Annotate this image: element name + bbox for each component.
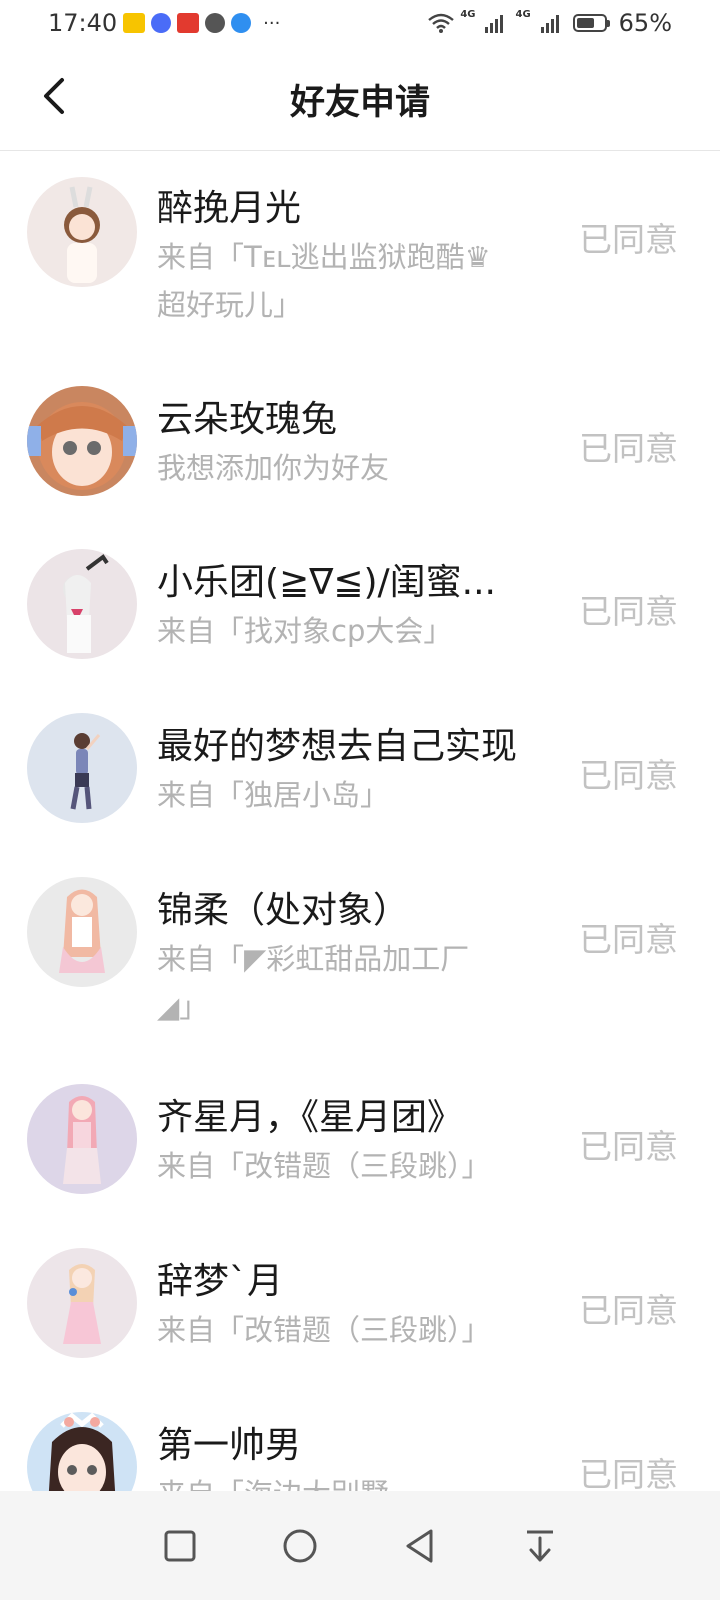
battery-icon — [572, 14, 610, 32]
app-notification-icon — [123, 13, 146, 33]
music-app-icon — [151, 13, 172, 33]
chat-app-icon — [205, 13, 226, 33]
request-status: 已同意 — [579, 1291, 678, 1330]
request-status: 已同意 — [579, 920, 678, 959]
friend-request-item[interactable]: 辞梦`月 来自「改错题（三段跳）」 已同意 — [0, 1248, 720, 1412]
notification-pull-icon — [527, 1530, 553, 1561]
friend-name: 醉挽月光 — [157, 188, 302, 229]
network-type-2: 4G — [515, 9, 531, 20]
request-source: 我想添加你为好友 — [157, 451, 390, 485]
friend-request-item[interactable]: 第一帅男 来自「海边大别墅 已同意 — [0, 1412, 720, 1491]
avatar[interactable] — [27, 1084, 137, 1194]
avatar[interactable] — [27, 1412, 137, 1491]
avatar[interactable] — [27, 386, 137, 496]
request-source-line2: 超好玩儿」 — [157, 288, 303, 322]
request-status: 已同意 — [579, 756, 678, 795]
recent-apps-button[interactable] — [150, 1516, 210, 1576]
friend-request-item[interactable]: 云朵玫瑰兔 我想添加你为好友 已同意 — [0, 350, 720, 549]
signal-icon-1 — [485, 13, 504, 33]
friend-name: 最好的梦想去自己实现 — [157, 726, 518, 767]
request-source: 来自「改错题（三段跳）」 — [157, 1149, 491, 1183]
request-status: 已同意 — [579, 1127, 678, 1166]
avatar[interactable] — [27, 713, 137, 823]
friend-request-item[interactable]: 锦柔（处对象） 来自「◤彩虹甜品加工厂 ◢」 已同意 — [0, 877, 720, 1084]
request-source-line2: ◢」 — [157, 990, 209, 1024]
request-source: 来自「Tᴇʟ逃出监狱跑酷♛ — [157, 240, 491, 274]
request-status: 已同意 — [579, 429, 678, 468]
status-bar-right: 4G 4G 65% — [428, 9, 672, 37]
wifi-icon — [428, 13, 455, 33]
friend-request-item[interactable]: 齐星月，《星月团》 来自「改错题（三段跳）」 已同意 — [0, 1084, 720, 1248]
page-title: 好友申请 — [289, 83, 430, 123]
friend-name: 辞梦`月 — [157, 1261, 284, 1302]
request-status: 已同意 — [579, 220, 678, 259]
friend-request-list[interactable]: 醉挽月光 来自「Tᴇʟ逃出监狱跑酷♛ 超好玩儿」 已同意 云朵玫瑰兔 我想添加你… — [0, 151, 720, 1491]
status-bar: 17:40 ··· 4G 4G 65% — [0, 0, 720, 46]
request-source: 来自「独居小岛」 — [157, 778, 390, 812]
status-bar-left: 17:40 ··· — [48, 9, 280, 37]
system-nav-bar — [0, 1491, 720, 1600]
home-icon — [283, 1529, 317, 1562]
network-type-1: 4G — [460, 9, 476, 20]
header: 好友申请 — [0, 46, 720, 151]
friend-request-item[interactable]: 醉挽月光 来自「Tᴇʟ逃出监狱跑酷♛ 超好玩儿」 已同意 — [0, 151, 720, 350]
signal-icon-2 — [540, 13, 559, 33]
back-icon — [406, 1529, 433, 1562]
request-status: 已同意 — [579, 1455, 678, 1491]
friend-name: 小乐团(≧∇≦)/闺蜜... — [157, 562, 496, 603]
friend-request-item[interactable]: 最好的梦想去自己实现 来自「独居小岛」 已同意 — [0, 713, 720, 877]
avatar[interactable] — [27, 177, 137, 287]
friend-name: 云朵玫瑰兔 — [157, 399, 338, 440]
browser-app-icon — [231, 13, 252, 33]
request-status: 已同意 — [579, 592, 678, 631]
more-notifications-icon: ··· — [263, 12, 281, 34]
system-back-button[interactable] — [390, 1516, 450, 1576]
clock: 17:40 — [48, 9, 118, 37]
home-button[interactable] — [270, 1516, 330, 1576]
request-source: 来自「找对象cp大会」 — [157, 614, 453, 648]
recent-apps-icon — [164, 1530, 196, 1561]
battery-percent: 65% — [618, 9, 672, 37]
request-source: 来自「改错题（三段跳）」 — [157, 1313, 491, 1347]
avatar[interactable] — [27, 877, 137, 987]
request-source: 来自「海边大别墅 — [157, 1470, 542, 1491]
friend-name: 齐星月，《星月团》 — [157, 1097, 464, 1138]
notification-pull-button[interactable] — [510, 1516, 570, 1576]
friend-name: 第一帅男 — [157, 1425, 302, 1466]
news-app-icon — [177, 13, 200, 33]
friend-name: 锦柔（处对象） — [157, 890, 410, 931]
avatar[interactable] — [27, 1248, 137, 1358]
friend-request-item[interactable]: 小乐团(≧∇≦)/闺蜜... 来自「找对象cp大会」 已同意 — [0, 549, 720, 713]
request-source: 来自「◤彩虹甜品加工厂 — [157, 942, 470, 976]
avatar[interactable] — [27, 549, 137, 659]
